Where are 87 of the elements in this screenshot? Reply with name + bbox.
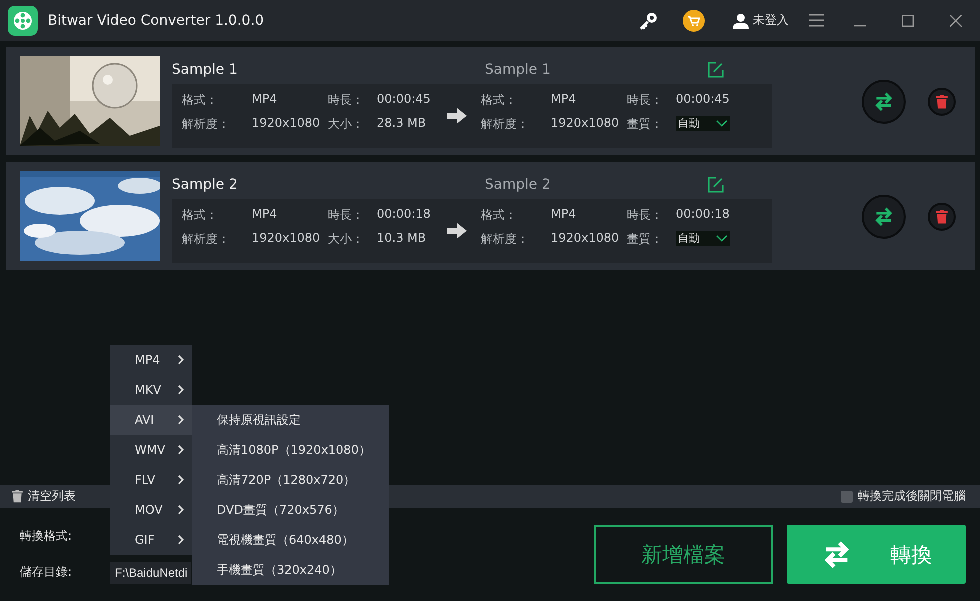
info-label: 時長： bbox=[627, 207, 664, 224]
submenu-item[interactable]: 手機畫質（320x240） bbox=[192, 555, 389, 585]
delete-button[interactable] bbox=[928, 203, 956, 231]
checkbox[interactable] bbox=[841, 490, 853, 502]
shutdown-checkbox[interactable]: 轉換完成後關閉電腦 bbox=[841, 488, 966, 505]
menu-item[interactable]: FLV bbox=[110, 465, 192, 495]
chevron-right-icon bbox=[178, 415, 184, 425]
info-label: 解析度： bbox=[481, 116, 530, 133]
convert-file-button[interactable] bbox=[862, 80, 906, 124]
chevron-right-icon bbox=[178, 445, 184, 455]
edit-icon[interactable] bbox=[708, 62, 724, 78]
quality-dropdown[interactable]: 自動 bbox=[676, 231, 730, 246]
cart-icon[interactable] bbox=[683, 10, 705, 32]
chevron-right-icon bbox=[178, 355, 184, 365]
info-value: 00:00:18 bbox=[676, 207, 731, 223]
info-label: 解析度： bbox=[182, 231, 231, 248]
chevron-right-icon bbox=[178, 385, 184, 395]
info-label: 格式： bbox=[481, 207, 518, 224]
key-icon[interactable] bbox=[639, 10, 659, 30]
info-label: 格式： bbox=[182, 207, 219, 224]
info-label: 格式： bbox=[182, 92, 219, 109]
delete-button[interactable] bbox=[928, 88, 956, 116]
maximize-icon[interactable] bbox=[902, 14, 914, 26]
clear-list-button[interactable]: 清空列表 bbox=[12, 488, 76, 505]
chevron-right-icon bbox=[178, 475, 184, 485]
info-value: 00:00:18 bbox=[377, 207, 432, 223]
info-value: 28.3 MB bbox=[377, 116, 428, 132]
menu-item[interactable]: MOV bbox=[110, 495, 192, 525]
info-value: MP4 bbox=[252, 92, 278, 108]
info-label: 畫質： bbox=[627, 231, 664, 248]
right-arrow-icon bbox=[447, 108, 467, 124]
file-name: Sample 2 bbox=[172, 177, 239, 193]
file-name: Sample 1 bbox=[172, 62, 239, 78]
info-label: 大小： bbox=[328, 116, 365, 133]
menu-item[interactable]: WMV bbox=[110, 435, 192, 465]
info-value: MP4 bbox=[252, 207, 278, 223]
trash-icon bbox=[936, 95, 948, 109]
save-folder-label: 儲存目錄: bbox=[20, 564, 74, 581]
info-value: 00:00:45 bbox=[377, 92, 432, 108]
menu-item[interactable]: MP4 bbox=[110, 345, 192, 375]
convert-file-button[interactable] bbox=[862, 195, 906, 239]
submenu-item[interactable]: 電視機畫質（640x480） bbox=[192, 525, 389, 555]
info-value: 00:00:45 bbox=[676, 92, 731, 108]
info-value: 1920x1080 bbox=[252, 231, 322, 247]
output-name: Sample 1 bbox=[485, 62, 552, 78]
submenu-item[interactable]: 高清720P（1280x720） bbox=[192, 465, 389, 495]
swap-arrows-icon bbox=[873, 206, 895, 228]
info-label: 解析度： bbox=[182, 116, 231, 133]
add-file-button[interactable]: 新增檔案 bbox=[594, 525, 773, 584]
info-label: 大小： bbox=[328, 231, 365, 248]
menu-icon[interactable] bbox=[809, 14, 824, 27]
info-label: 時長： bbox=[627, 92, 664, 109]
info-label: 格式： bbox=[481, 92, 518, 109]
info-value: MP4 bbox=[551, 92, 578, 108]
submenu-item[interactable]: 保持原視訊設定 bbox=[192, 405, 389, 435]
quality-dropdown[interactable]: 自動 bbox=[676, 116, 730, 131]
info-value: 1920x1080 bbox=[551, 116, 620, 132]
path-field[interactable]: F:\BaiduNetdi bbox=[110, 562, 191, 584]
trash-icon bbox=[12, 490, 23, 503]
output-name: Sample 2 bbox=[485, 177, 552, 193]
submenu-item[interactable]: 高清1080P（1920x1080） bbox=[192, 435, 389, 465]
swap-arrows-icon bbox=[873, 91, 895, 113]
chevron-right-icon bbox=[178, 505, 184, 515]
info-label: 解析度： bbox=[481, 231, 530, 248]
chevron-down-icon bbox=[716, 235, 728, 242]
user-icon bbox=[733, 12, 749, 28]
right-arrow-icon bbox=[447, 223, 467, 239]
trash-icon bbox=[936, 210, 948, 224]
info-label: 時長： bbox=[328, 207, 365, 224]
chevron-down-icon bbox=[716, 120, 728, 127]
menu-item[interactable]: AVI bbox=[110, 405, 192, 435]
info-label: 時長： bbox=[328, 92, 365, 109]
submenu-item[interactable]: DVD畫質（720x576） bbox=[192, 495, 389, 525]
edit-icon[interactable] bbox=[708, 177, 724, 193]
close-icon[interactable] bbox=[950, 14, 962, 26]
format-label: 轉換格式: bbox=[20, 528, 74, 545]
info-value: 1920x1080 bbox=[252, 116, 322, 132]
menu-item[interactable]: MKV bbox=[110, 375, 192, 405]
info-label: 畫質： bbox=[627, 116, 664, 133]
info-value: 10.3 MB bbox=[377, 231, 428, 247]
login-button[interactable]: 未登入 bbox=[733, 12, 789, 29]
info-value: 1920x1080 bbox=[551, 231, 620, 247]
app-logo-icon bbox=[8, 6, 38, 36]
menu-item[interactable]: GIF bbox=[110, 525, 192, 555]
chevron-right-icon bbox=[178, 535, 184, 545]
window-title: Bitwar Video Converter 1.0.0.0 bbox=[48, 12, 266, 28]
info-value: MP4 bbox=[551, 207, 578, 223]
